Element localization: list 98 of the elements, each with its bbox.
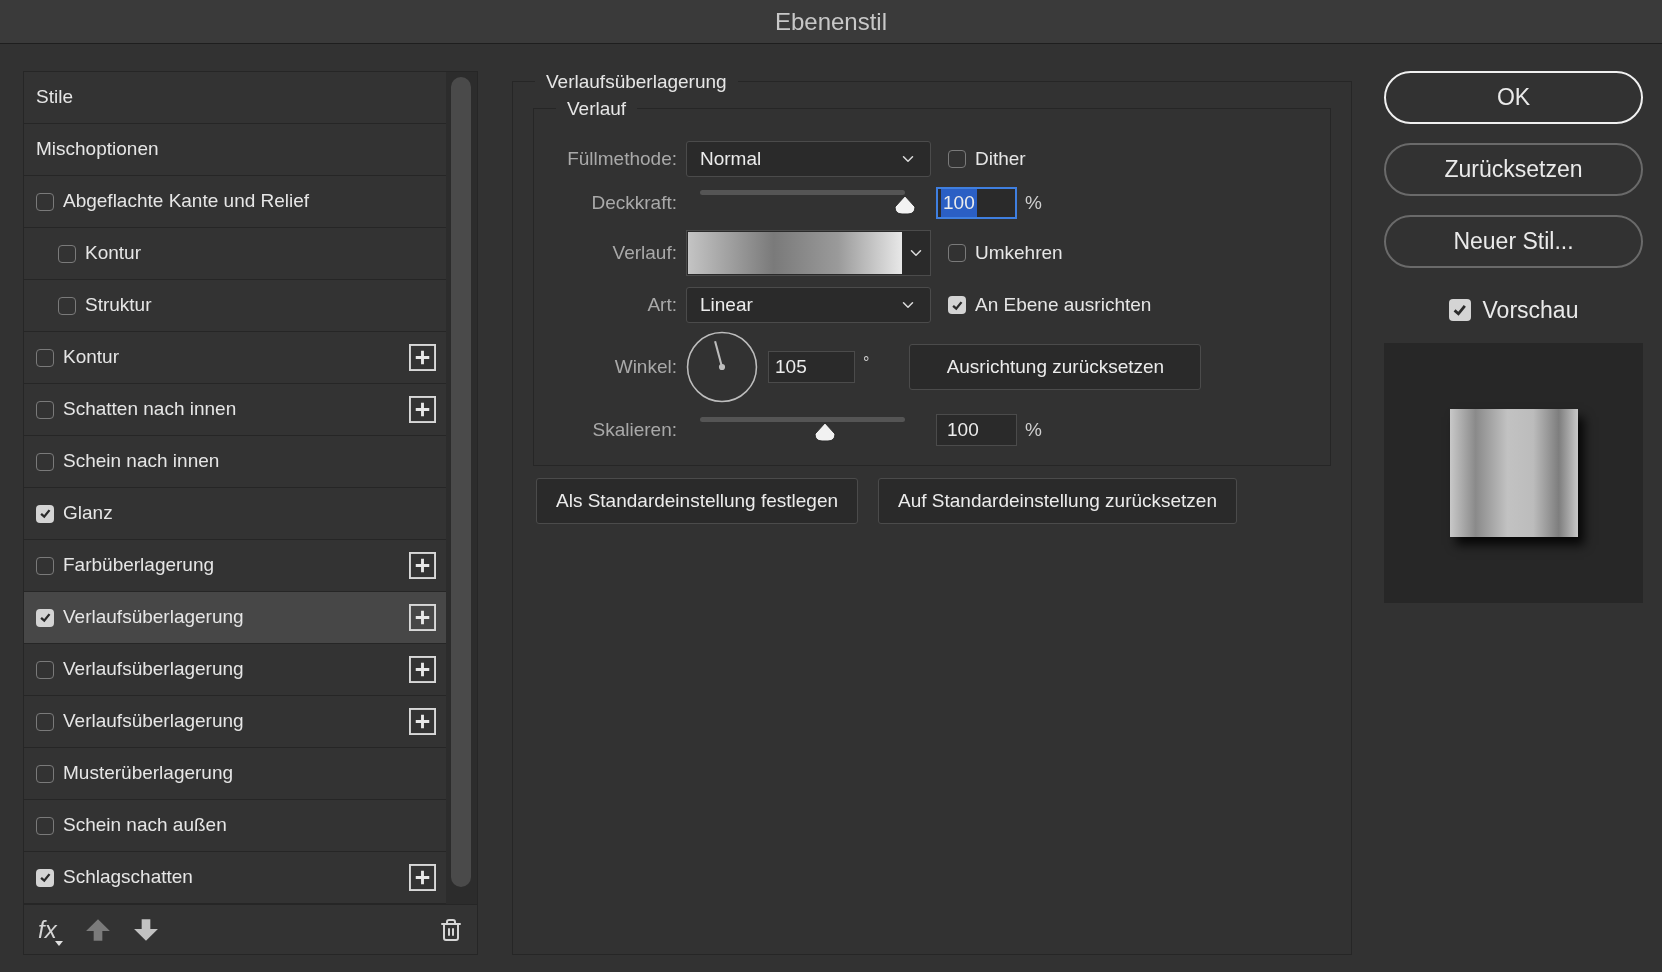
number-field[interactable]: 105 <box>768 351 855 383</box>
gradient-picker[interactable] <box>686 230 931 276</box>
style-label: Glanz <box>63 501 113 526</box>
checkmark-icon <box>1451 302 1468 318</box>
angle-dial[interactable] <box>686 331 758 403</box>
checkbox-label: An Ebene ausrichten <box>975 292 1152 317</box>
checkbox[interactable] <box>36 868 54 887</box>
style-label: Schlagschatten <box>63 865 193 890</box>
checkbox[interactable] <box>36 608 54 627</box>
unit-label: % <box>1025 417 1042 442</box>
caret-icon <box>54 940 63 946</box>
checkbox[interactable] <box>36 556 54 575</box>
style-list-item[interactable]: Musterüberlagerung <box>24 748 446 800</box>
style-label: Farbüberlagerung <box>63 553 215 578</box>
style-list-item[interactable]: Mischoptionen <box>24 124 446 176</box>
style-label: Verlaufsüberlagerung <box>63 709 244 734</box>
dropdown[interactable]: Normal <box>686 141 931 177</box>
style-list-item[interactable]: Farbüberlagerung <box>24 540 446 592</box>
default-settings-button[interactable]: Auf Standardeinstellung zurücksetzen <box>878 478 1237 524</box>
style-label: Kontur <box>85 241 141 266</box>
style-list-item[interactable]: Schatten nach innen <box>24 384 446 436</box>
style-list-item[interactable]: Schein nach innen <box>24 436 446 488</box>
add-icon[interactable] <box>409 604 436 631</box>
checkbox[interactable] <box>948 150 966 168</box>
unit-label: ° <box>863 353 870 373</box>
unit-label: % <box>1025 190 1042 215</box>
checkbox[interactable] <box>36 400 54 419</box>
add-icon[interactable] <box>409 396 436 423</box>
checkbox-label: Vorschau <box>1482 295 1579 325</box>
checkbox[interactable] <box>36 816 54 835</box>
checkbox[interactable] <box>36 712 54 731</box>
dropdown[interactable]: Linear <box>686 287 931 323</box>
style-label: Abgeflachte Kante und Relief <box>63 189 310 214</box>
style-list-item[interactable]: Stile <box>24 72 446 124</box>
add-icon[interactable] <box>409 708 436 735</box>
style-label: Kontur <box>63 345 119 370</box>
checkbox[interactable] <box>1448 299 1471 321</box>
style-label: Schein nach innen <box>63 449 220 474</box>
selected-text: 100 <box>947 417 979 442</box>
style-list-item[interactable]: Verlaufsüberlagerung <box>24 592 446 644</box>
field-label: Verlauf: <box>611 240 678 265</box>
checkbox[interactable] <box>36 452 54 471</box>
checkbox-label: Umkehren <box>975 240 1063 265</box>
slider-thumb[interactable] <box>894 195 916 215</box>
style-list-item[interactable]: Abgeflachte Kante und Relief <box>24 176 446 228</box>
checkbox[interactable] <box>948 244 966 262</box>
checkbox[interactable] <box>36 660 54 679</box>
style-list-item[interactable]: Verlaufsüberlagerung <box>24 696 446 748</box>
checkbox-label: Dither <box>975 146 1026 171</box>
style-label: Struktur <box>85 293 152 318</box>
add-icon[interactable] <box>409 656 436 683</box>
arrow-down-icon[interactable] <box>132 916 159 943</box>
style-list-item[interactable]: Schein nach außen <box>24 800 446 852</box>
number-field[interactable]: 100 <box>936 187 1017 219</box>
checkmark-icon <box>38 871 52 884</box>
style-label: Verlaufsüberlagerung <box>63 657 244 682</box>
checkbox[interactable] <box>948 296 966 314</box>
checkbox[interactable] <box>36 192 54 211</box>
effects-menu-button[interactable]: fx <box>38 911 63 948</box>
trash-icon[interactable] <box>439 917 463 942</box>
slider-thumb[interactable] <box>814 422 837 442</box>
checkbox[interactable] <box>36 504 54 523</box>
style-list-item[interactable]: Glanz <box>24 488 446 540</box>
add-icon[interactable] <box>409 344 436 371</box>
style-label: Mischoptionen <box>36 137 159 162</box>
style-list-item[interactable]: Schlagschatten <box>24 852 446 904</box>
style-list-item[interactable]: Struktur <box>24 280 446 332</box>
add-icon[interactable] <box>409 552 436 579</box>
field-label: Skalieren: <box>591 417 678 442</box>
checkbox[interactable] <box>58 296 76 315</box>
dialog-button[interactable]: Zurücksetzen <box>1384 143 1643 196</box>
checkmark-icon <box>38 611 52 624</box>
style-label: Musterüberlagerung <box>63 761 234 786</box>
style-list-item[interactable]: Kontur <box>24 228 446 280</box>
ok-button[interactable]: OK <box>1384 71 1643 124</box>
field-label: Deckkraft: <box>590 190 678 215</box>
style-label: Stile <box>36 85 73 110</box>
add-icon[interactable] <box>409 864 436 891</box>
scrollbar[interactable] <box>451 77 471 887</box>
checkbox[interactable] <box>58 244 76 263</box>
field-label: Winkel: <box>613 354 678 379</box>
window-title: Ebenenstil <box>774 6 888 37</box>
field-label: Art: <box>646 292 678 317</box>
selected-text: 100 <box>941 188 977 218</box>
style-label: Verlaufsüberlagerung <box>63 605 244 630</box>
checkbox[interactable] <box>36 764 54 783</box>
default-settings-button[interactable]: Als Standardeinstellung festlegen <box>536 478 859 524</box>
field-label: Füllmethode: <box>566 146 678 171</box>
dialog-button[interactable]: Neuer Stil... <box>1384 215 1643 268</box>
style-label: Schein nach außen <box>63 813 227 838</box>
number-field[interactable]: 100 <box>936 414 1017 446</box>
style-list-item[interactable]: Verlaufsüberlagerung <box>24 644 446 696</box>
reset-alignment-button[interactable]: Ausrichtung zurücksetzen <box>909 344 1202 390</box>
style-label: Schatten nach innen <box>63 397 237 422</box>
checkbox[interactable] <box>36 348 54 367</box>
checkmark-icon <box>38 507 52 520</box>
style-list-item[interactable]: Kontur <box>24 332 446 384</box>
gradient-swatch[interactable] <box>688 232 902 274</box>
